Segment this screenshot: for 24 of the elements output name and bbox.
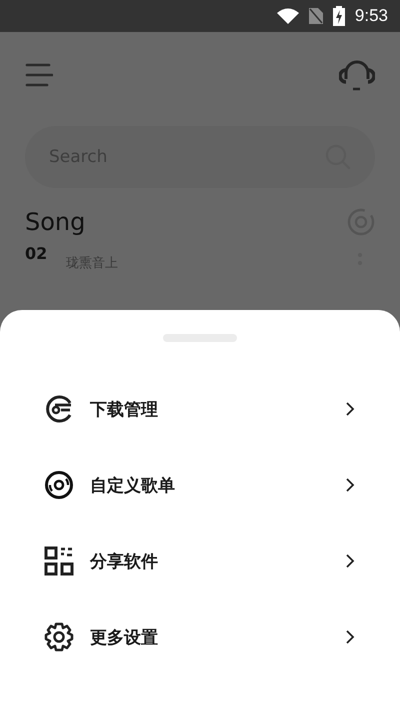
battery-charging-icon bbox=[332, 6, 345, 26]
status-time: 9:53 bbox=[354, 6, 388, 26]
menu-label: 自定义歌单 bbox=[90, 474, 176, 496]
disc-icon bbox=[44, 470, 74, 500]
menu-icon[interactable] bbox=[25, 63, 53, 87]
download-icon bbox=[44, 394, 74, 424]
menu-label: 下载管理 bbox=[90, 398, 159, 420]
menu-item[interactable]: 分享软件 bbox=[0, 523, 400, 599]
menu-item[interactable]: 更多设置 bbox=[0, 599, 400, 675]
menu-label: 更多设置 bbox=[90, 626, 159, 648]
menu-label: 分享软件 bbox=[90, 550, 159, 572]
headphones-icon[interactable] bbox=[339, 59, 375, 91]
chevron-right-icon bbox=[345, 629, 355, 645]
no-sim-icon bbox=[308, 8, 323, 24]
menu-item[interactable]: 下载管理 bbox=[0, 371, 400, 447]
chevron-right-icon bbox=[345, 553, 355, 569]
song-number: 02 bbox=[25, 244, 48, 263]
qr-code-icon bbox=[44, 546, 74, 576]
settings-icon bbox=[44, 622, 74, 652]
chevron-right-icon bbox=[345, 401, 355, 417]
chevron-right-icon bbox=[345, 477, 355, 493]
menu-item[interactable]: 自定义歌单 bbox=[0, 447, 400, 523]
wifi-icon bbox=[276, 8, 299, 24]
section-title: Song bbox=[25, 208, 86, 236]
